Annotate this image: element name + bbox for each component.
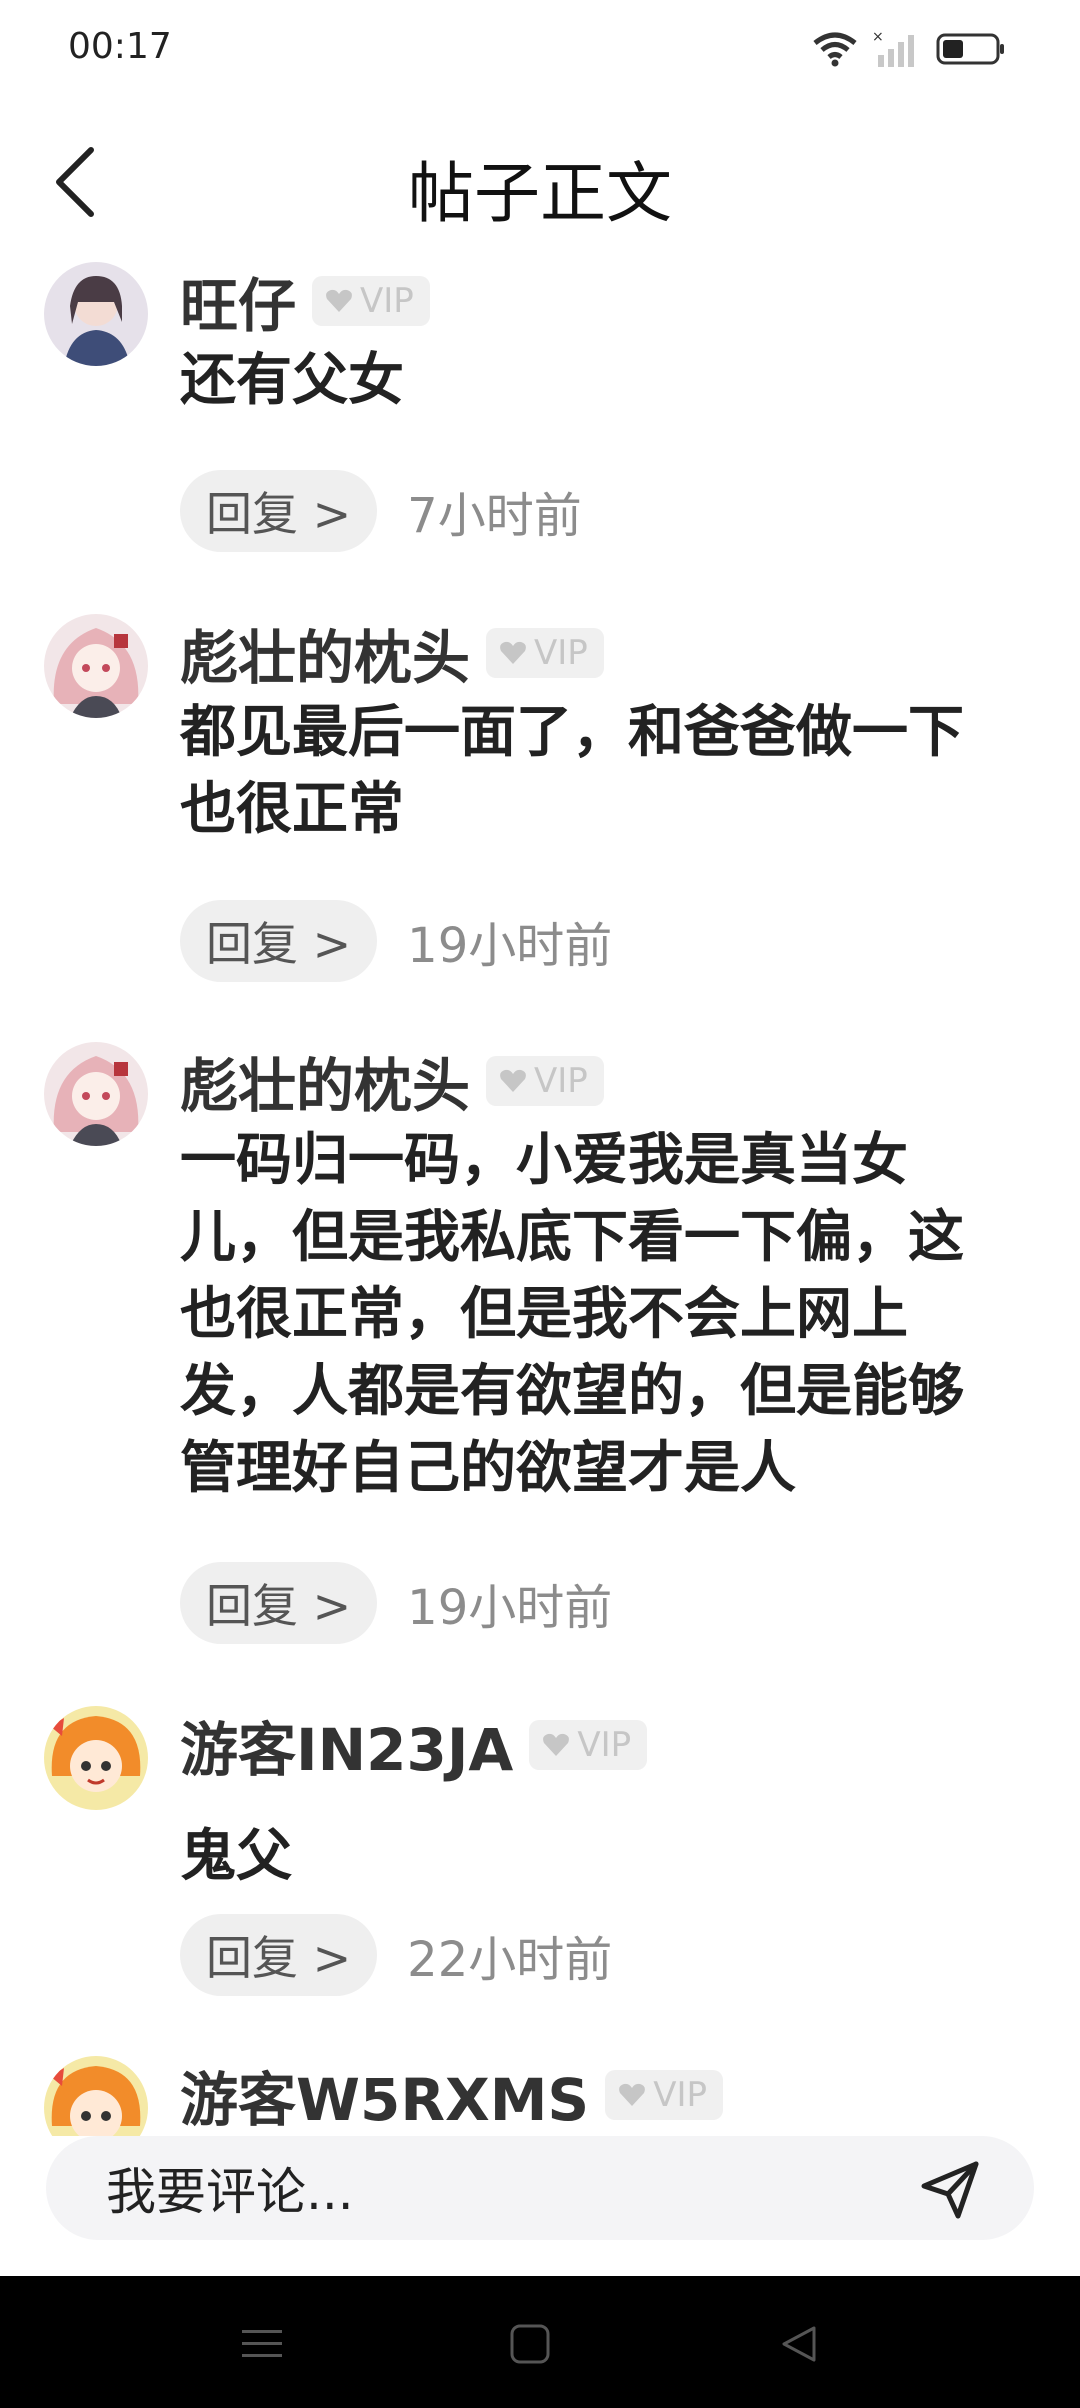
back-nav-button[interactable] <box>770 2316 826 2372</box>
name-row: 彪壮的枕头 VIP <box>180 618 604 692</box>
comment-meta: 回复 > 7小时前 <box>180 470 582 552</box>
send-icon <box>921 2161 979 2219</box>
comment-time: 19小时前 <box>407 1580 613 1636</box>
comment-item: 彪壮的枕头 VIP 一码归一码，小爱我是真当女 儿，但是我私底下看一下偏，这 也… <box>0 1042 1080 1662</box>
signal-icon: × <box>872 29 914 67</box>
comment-time: 22小时前 <box>407 1932 613 1988</box>
battery-icon <box>936 33 1004 65</box>
home-square-icon <box>510 2324 550 2364</box>
menu-nav-button[interactable] <box>234 2316 290 2372</box>
status-icons: × <box>812 26 1006 72</box>
heart-icon <box>326 289 352 312</box>
username[interactable]: 旺仔 <box>180 259 296 343</box>
comment-text: 一码归一码，小爱我是真当女 儿，但是我私底下看一下偏，这 也很正常，但是我不会上… <box>180 1128 964 1501</box>
menu-icon <box>242 2330 282 2357</box>
username[interactable]: 游客W5RXMS <box>180 2056 589 2136</box>
comment-text: 还有父女 <box>180 348 404 413</box>
vip-badge: VIP <box>529 1720 648 1770</box>
avatar[interactable] <box>44 2056 148 2136</box>
avatar[interactable] <box>44 262 148 366</box>
comment-meta: 回复 > 22小时前 <box>180 1914 612 1996</box>
system-nav-bar <box>0 2276 1080 2408</box>
comment-time: 19小时前 <box>407 918 613 974</box>
svg-text:×: × <box>872 29 884 45</box>
reply-button[interactable]: 回复 > <box>180 470 378 552</box>
heart-icon <box>619 2083 646 2106</box>
status-time: 00:17 <box>68 26 172 67</box>
send-button[interactable] <box>918 2156 984 2222</box>
heart-icon <box>500 1069 526 1092</box>
username[interactable]: 游客IN23JA <box>180 1703 513 1787</box>
vip-badge: VIP <box>312 276 430 326</box>
heart-icon <box>500 641 526 664</box>
comment-item: 游客IN23JA VIP 鬼父 回复 > 22小时前 <box>0 1706 1080 2006</box>
home-nav-button[interactable] <box>502 2316 558 2372</box>
username[interactable]: 彪壮的枕头 <box>180 1039 470 1123</box>
wifi-icon <box>813 32 857 67</box>
avatar[interactable] <box>44 1042 148 1146</box>
avatar[interactable] <box>44 614 148 718</box>
comment-meta: 回复 > 19小时前 <box>180 1562 612 1644</box>
name-row: 彪壮的枕头 VIP <box>180 1046 604 1120</box>
vip-label: VIP <box>534 633 588 673</box>
vip-badge: VIP <box>486 628 604 678</box>
username[interactable]: 彪壮的枕头 <box>180 611 470 695</box>
vip-badge: VIP <box>486 1056 604 1106</box>
name-row: 游客W5RXMS VIP <box>180 2060 723 2134</box>
vip-label: VIP <box>360 281 414 321</box>
comment-item: 彪壮的枕头 VIP 都见最后一面了，和爸爸做一下 也很正常 回复 > 19小时前 <box>0 614 1080 994</box>
comment-text: 都见最后一面了，和爸爸做一下 也很正常 <box>180 700 964 842</box>
name-row: 旺仔 VIP <box>180 266 430 340</box>
comment-text: 鬼父 <box>180 1824 292 1889</box>
reply-button[interactable]: 回复 > <box>180 1562 378 1644</box>
vip-label: VIP <box>653 2075 707 2115</box>
heart-icon <box>543 1733 570 1756</box>
vip-badge: VIP <box>605 2070 723 2120</box>
comment-meta: 回复 > 19小时前 <box>180 900 612 982</box>
comment-input[interactable]: 我要评论... <box>106 2152 354 2224</box>
reply-button[interactable]: 回复 > <box>180 900 378 982</box>
vip-label: VIP <box>534 1061 588 1101</box>
comment-item: 旺仔 VIP 还有父女 回复 > 7小时前 <box>0 262 1080 562</box>
name-row: 游客IN23JA VIP <box>180 1710 648 1784</box>
vip-label: VIP <box>577 1725 632 1765</box>
status-bar: 00:17 × <box>0 0 1080 96</box>
triangle-back-icon <box>782 2326 816 2362</box>
page-title: 帖子正文 <box>408 155 672 232</box>
avatar[interactable] <box>44 1706 148 1810</box>
comment-time: 7小时前 <box>407 488 582 544</box>
header: 帖子正文 <box>0 120 1080 240</box>
comment-input-bar[interactable]: 我要评论... <box>46 2136 1034 2240</box>
reply-button[interactable]: 回复 > <box>180 1914 378 1996</box>
comment-item: 游客W5RXMS VIP <box>0 2056 1080 2136</box>
